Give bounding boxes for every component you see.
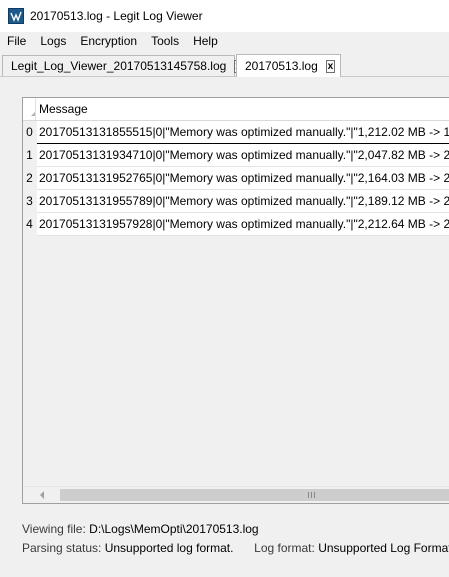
- tab-label: Legit_Log_Viewer_20170513145758.log: [11, 59, 227, 73]
- title-bar: 20170513.log - Legit Log Viewer: [0, 0, 449, 32]
- message-cell[interactable]: 20170513131952765|0|"Memory was optimize…: [37, 167, 449, 190]
- message-cell[interactable]: 20170513131957928|0|"Memory was optimize…: [37, 213, 449, 236]
- menu-encryption[interactable]: Encryption: [73, 32, 144, 50]
- row-index[interactable]: 2: [23, 167, 36, 190]
- row-index[interactable]: 1: [23, 144, 36, 167]
- select-all-corner[interactable]: [23, 98, 36, 120]
- row-index[interactable]: 4: [23, 213, 36, 236]
- status-line-parsing: Parsing status: Unsupported log format. …: [22, 541, 449, 555]
- horizontal-scrollbar[interactable]: [23, 486, 449, 503]
- parsing-status-label: Parsing status:: [22, 541, 102, 555]
- app-logo-icon: [8, 8, 24, 24]
- table-row[interactable]: 2 20170513131952765|0|"Memory was optimi…: [23, 167, 449, 190]
- table-row[interactable]: 0 20170513131855515|0|"Memory was optimi…: [23, 121, 449, 144]
- arrow-left-icon: [39, 491, 44, 499]
- tab-label: 20170513.log: [245, 59, 318, 73]
- viewing-file-label: Viewing file:: [22, 522, 86, 536]
- table-row[interactable]: 3 20170513131955789|0|"Memory was optimi…: [23, 190, 449, 213]
- parsing-status-value: Unsupported log format.: [104, 541, 234, 555]
- message-cell[interactable]: 20170513131955789|0|"Memory was optimize…: [37, 190, 449, 213]
- grip-icon: [308, 492, 316, 498]
- log-grid[interactable]: Message 0 20170513131855515|0|"Memory wa…: [22, 97, 449, 504]
- column-header-message[interactable]: Message: [37, 98, 88, 120]
- menu-file[interactable]: File: [0, 32, 33, 50]
- tab-close-icon[interactable]: x: [325, 59, 335, 73]
- tab-legit-log-viewer[interactable]: Legit_Log_Viewer_20170513145758.log x: [2, 55, 242, 76]
- app-logo-glyph: [10, 11, 22, 22]
- menu-logs[interactable]: Logs: [33, 32, 73, 50]
- status-viewing-file: Viewing file: D:\Logs\MemOpti\20170513.l…: [22, 522, 259, 536]
- log-format-value: Unsupported Log Format: [318, 541, 449, 555]
- window-title: 20170513.log - Legit Log Viewer: [30, 9, 203, 23]
- scrollbar-thumb[interactable]: [60, 489, 449, 501]
- log-panel: Message 0 20170513131855515|0|"Memory wa…: [0, 77, 449, 517]
- viewing-file-value: D:\Logs\MemOpti\20170513.log: [89, 522, 259, 536]
- scroll-left-button[interactable]: [23, 487, 60, 503]
- row-index[interactable]: 0: [23, 121, 36, 144]
- row-index[interactable]: 3: [23, 190, 36, 213]
- menu-tools[interactable]: Tools: [144, 32, 186, 50]
- log-format-label: Log format:: [254, 541, 315, 555]
- table-row[interactable]: 1 20170513131934710|0|"Memory was optimi…: [23, 144, 449, 167]
- menu-bar: File Logs Encryption Tools Help: [0, 32, 449, 50]
- message-cell[interactable]: 20170513131934710|0|"Memory was optimize…: [37, 144, 449, 167]
- tab-strip: Legit_Log_Viewer_20170513145758.log x 20…: [0, 54, 449, 77]
- menu-help[interactable]: Help: [186, 32, 225, 50]
- message-cell[interactable]: 20170513131855515|0|"Memory was optimize…: [37, 121, 449, 144]
- tab-20170513-log[interactable]: 20170513.log x: [236, 54, 341, 77]
- table-row[interactable]: 4 20170513131957928|0|"Memory was optimi…: [23, 213, 449, 236]
- grid-header: Message: [23, 98, 449, 121]
- corner-triangle-icon: [31, 112, 35, 116]
